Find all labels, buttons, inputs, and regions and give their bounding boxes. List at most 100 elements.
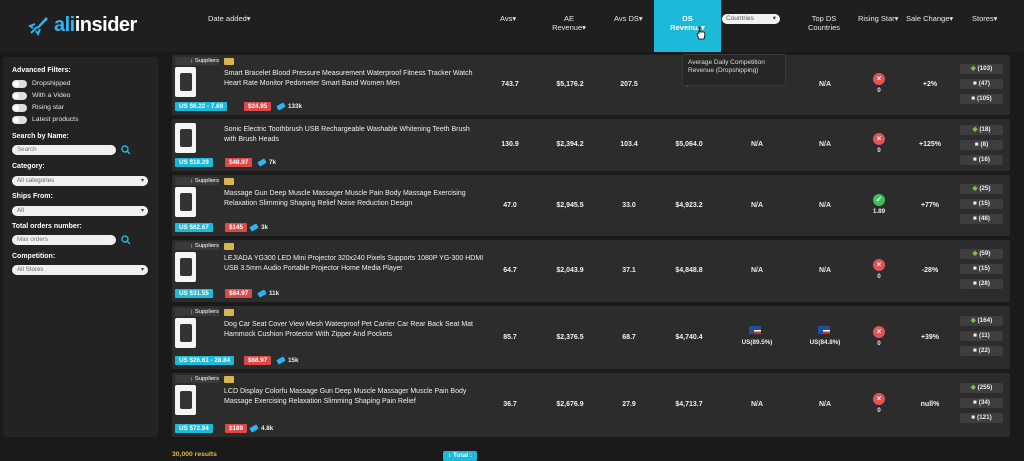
sale-change-value: +2%: [922, 81, 938, 88]
advanced-filters-title: Advanced Filters:: [12, 67, 71, 74]
product-title[interactable]: Massage Gun Deep Muscle Massager Muscle …: [224, 189, 484, 209]
search-icon[interactable]: [121, 235, 131, 245]
store-count[interactable]: ■ (105): [960, 93, 1003, 104]
suppliers-badge[interactable]: Suppliers: [175, 242, 219, 250]
countries-value: N/A: [750, 141, 764, 148]
store-count[interactable]: ◆ (25): [960, 184, 1003, 194]
category-label: Category:: [12, 163, 45, 170]
search-icon[interactable]: [121, 145, 131, 155]
store-icon: ■: [971, 94, 976, 102]
product-title[interactable]: Smart Bracelet Blood Pressure Measuremen…: [224, 69, 484, 89]
store-count[interactable]: ◆ (59): [960, 249, 1003, 260]
product-thumbnail[interactable]: [175, 385, 196, 415]
toggle-switch[interactable]: [12, 103, 27, 112]
column-avs[interactable]: Avs▾: [500, 14, 516, 23]
search-input[interactable]: [12, 145, 116, 155]
competition-select[interactable]: All Stores ▾: [12, 265, 148, 275]
product-thumbnail[interactable]: [175, 318, 196, 348]
column-sale-change[interactable]: Sale Change▾: [906, 14, 953, 23]
store-count-value: (15): [978, 200, 990, 207]
top-ds-countries-value: N/A: [818, 201, 832, 209]
ships-from-select[interactable]: All ▾: [12, 206, 148, 216]
column-rising-star[interactable]: Rising Star▾: [858, 14, 898, 23]
tag-icon: [249, 424, 259, 433]
store-count[interactable]: ■ (16): [960, 155, 1003, 165]
avs-ds-value: 103.4: [620, 141, 638, 148]
suppliers-badge[interactable]: Suppliers: [175, 308, 219, 316]
orders-value: 15k: [288, 357, 299, 364]
shopify-icon: ◆: [972, 250, 978, 258]
store-count[interactable]: ■ (47): [960, 78, 1003, 89]
suppliers-badge[interactable]: Suppliers: [175, 375, 219, 383]
toggle-dropshipped[interactable]: Dropshipped: [12, 79, 71, 88]
column-ae-revenue[interactable]: AE Revenue▾: [549, 14, 589, 32]
countries-dropdown[interactable]: Countries ▾: [722, 14, 780, 24]
top-ds-countries-value: N/A: [818, 141, 832, 148]
top-bar: aliinsider Date added▾ Avs▾ AE Revenue▾ …: [0, 0, 1024, 52]
price-badge: US $62.67: [175, 223, 213, 232]
store-count[interactable]: ■ (34): [960, 398, 1003, 408]
column-top-ds-countries[interactable]: Top DS Countries: [804, 14, 844, 32]
x-icon: ×: [873, 73, 885, 85]
store-count[interactable]: ◆ (164): [960, 315, 1003, 326]
chevron-down-icon: ▾: [772, 15, 776, 22]
store-count-value: (16): [978, 156, 990, 163]
countries-value: N/A: [750, 267, 764, 274]
toggle-with-video[interactable]: With a Video: [12, 91, 70, 100]
suppliers-label: Suppliers: [194, 376, 219, 382]
store-count[interactable]: ■ (15): [960, 199, 1003, 209]
table-row: Suppliers Massage Gun Deep Muscle Massage…: [172, 175, 1010, 236]
store-count[interactable]: ◆ (103): [960, 63, 1003, 74]
store-count[interactable]: ◆ (255): [960, 383, 1003, 393]
truck-icon: [224, 243, 234, 250]
store-count[interactable]: ■ (11): [960, 330, 1003, 341]
product-title[interactable]: LCD Display Colorfu Massage Gun Deep Mus…: [224, 387, 484, 407]
product-thumbnail[interactable]: [175, 252, 196, 282]
store-count[interactable]: ■ (121): [960, 413, 1003, 423]
price-badge: US $31.55: [175, 289, 213, 298]
product-thumbnail[interactable]: [175, 187, 196, 217]
column-date-added[interactable]: Date added▾: [208, 14, 251, 23]
suppliers-badge[interactable]: Suppliers: [175, 177, 219, 185]
toggle-switch[interactable]: [12, 79, 27, 88]
store-count[interactable]: ◆ (18): [960, 125, 1003, 135]
avs-value: 130.9: [501, 141, 519, 148]
toggle-rising-star[interactable]: Rising star: [12, 103, 64, 112]
avs-value: 47.0: [503, 201, 517, 209]
us-flag-icon: [749, 325, 761, 334]
product-title[interactable]: Sonic Electric Toothbrush USB Rechargeab…: [224, 125, 484, 145]
max-orders-input[interactable]: [12, 235, 116, 245]
chevron-down-icon: ▾: [140, 208, 144, 214]
avs-value: 743.7: [501, 81, 519, 88]
store-icon: ■: [972, 280, 977, 288]
store-count[interactable]: ■ (22): [960, 345, 1003, 356]
logo[interactable]: aliinsider: [28, 13, 137, 37]
store-count[interactable]: ■ (28): [960, 279, 1003, 290]
store-count-value: (15): [978, 265, 990, 273]
suppliers-badge[interactable]: Suppliers: [175, 57, 219, 65]
us-flag-icon: [818, 325, 830, 334]
truck-icon: [224, 309, 234, 316]
product-title[interactable]: Dog Car Seat Cover View Mesh Waterproof …: [224, 320, 484, 340]
store-count[interactable]: ■ (48): [960, 214, 1003, 224]
column-stores[interactable]: Stores▾: [972, 14, 997, 23]
store-count[interactable]: ■ (8): [960, 140, 1003, 150]
toggle-switch[interactable]: [12, 91, 27, 100]
column-ds-revenue[interactable]: DS Revenu▴▾: [654, 0, 721, 52]
original-price-badge: $145: [225, 223, 248, 232]
tag-icon: [276, 356, 286, 365]
store-count-value: (164): [977, 316, 993, 324]
logo-text-suffix: insider: [74, 13, 138, 36]
ae-revenue-value: $2,043.9: [556, 267, 584, 274]
product-title[interactable]: LEJIADA YG300 LED Mini Projector 320x240…: [224, 254, 484, 274]
store-count[interactable]: ■ (15): [960, 264, 1003, 275]
toggle-latest-products[interactable]: Latest products: [12, 115, 78, 124]
total-button[interactable]: ↕ Total :: [443, 451, 477, 461]
product-thumbnail[interactable]: [175, 67, 196, 97]
category-select[interactable]: All categories ▾: [12, 176, 148, 186]
store-icon: ■: [971, 414, 976, 421]
toggle-switch[interactable]: [12, 115, 27, 124]
product-thumbnail[interactable]: [175, 123, 196, 153]
ae-revenue-value: $5,176.2: [556, 81, 584, 88]
column-avs-ds[interactable]: Avs DS▾: [614, 14, 643, 23]
